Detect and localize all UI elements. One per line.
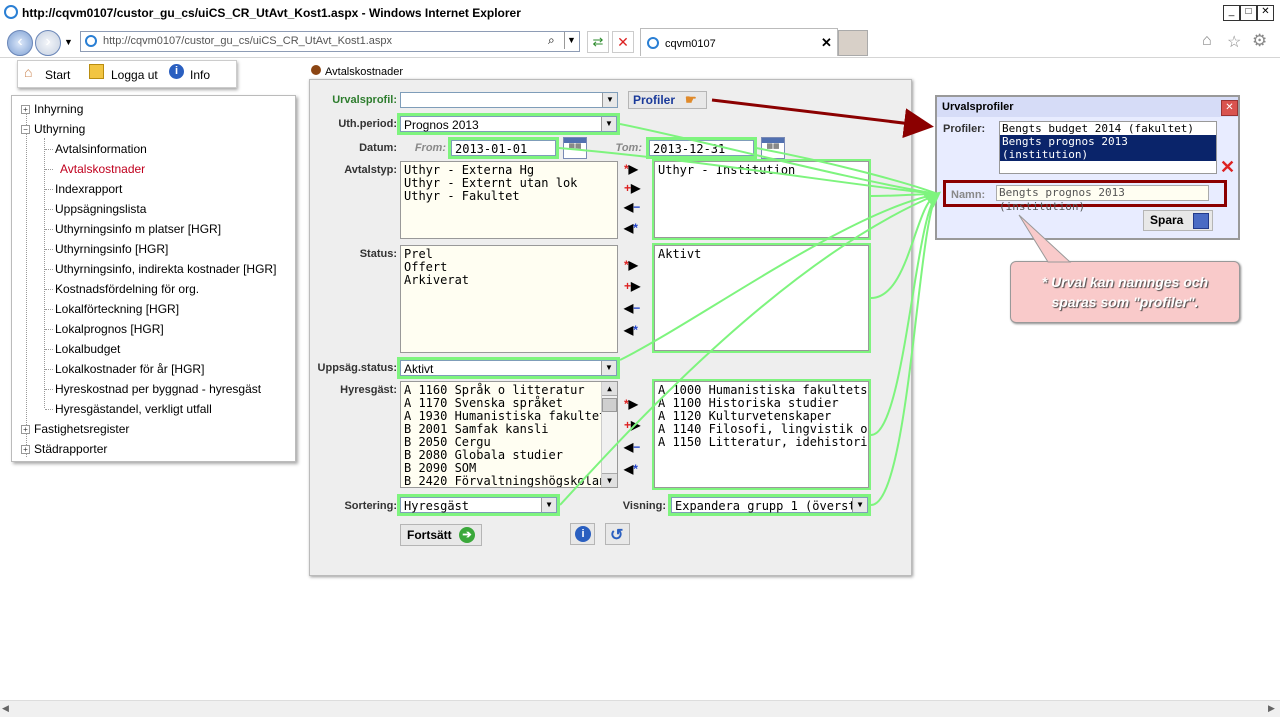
- green-connector-lines: [558, 123, 942, 506]
- scroll-left-icon[interactable]: ◀: [2, 703, 9, 714]
- scroll-right-icon[interactable]: ▶: [1268, 703, 1275, 714]
- red-arrow: [711, 98, 934, 139]
- annotation-arrows: [558, 98, 1072, 506]
- horizontal-scrollbar[interactable]: ◀ ▶: [0, 700, 1280, 717]
- callout-tail: [1018, 214, 1072, 263]
